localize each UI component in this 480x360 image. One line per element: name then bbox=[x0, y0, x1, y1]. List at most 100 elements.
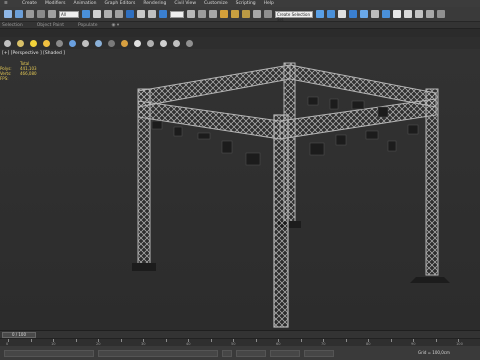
menu-civil-view[interactable]: Civil View bbox=[174, 1, 196, 6]
rectangular-selection-icon[interactable] bbox=[104, 10, 112, 18]
select-manipulate-icon[interactable] bbox=[198, 10, 206, 18]
back-left-beam bbox=[137, 64, 291, 108]
fixture-light bbox=[377, 106, 389, 118]
front-center-column bbox=[273, 114, 289, 328]
select-by-name-icon[interactable] bbox=[93, 10, 101, 18]
fixture-light bbox=[335, 134, 347, 146]
light-render-icon[interactable] bbox=[173, 39, 180, 47]
coordinate-x[interactable] bbox=[236, 349, 266, 357]
menu-create[interactable]: Create bbox=[22, 1, 37, 6]
status-bar bbox=[0, 346, 480, 360]
photometric-light-icon[interactable] bbox=[95, 39, 102, 47]
rotate-icon[interactable] bbox=[137, 10, 145, 18]
edit-named-selection-icon[interactable] bbox=[264, 10, 272, 18]
fixture-light bbox=[197, 132, 211, 140]
undo-icon[interactable] bbox=[4, 10, 12, 18]
sun-light-icon[interactable] bbox=[43, 39, 50, 47]
keyboard-shortcut-icon[interactable] bbox=[209, 10, 217, 18]
render-setup-icon[interactable] bbox=[404, 10, 412, 18]
exposure-icon[interactable] bbox=[121, 39, 128, 47]
percent-snap-icon[interactable] bbox=[242, 10, 250, 18]
toggle-scene-explorer-icon[interactable] bbox=[338, 10, 346, 18]
pivot-center-icon[interactable] bbox=[187, 10, 195, 18]
align-icon[interactable] bbox=[327, 10, 335, 18]
light-lister-icon[interactable] bbox=[147, 39, 154, 47]
track-bar[interactable]: 0 10 20 30 40 50 60 70 80 90 100 bbox=[0, 338, 480, 346]
bind-space-warp-icon[interactable] bbox=[48, 10, 56, 18]
light-listing-toolbar bbox=[0, 37, 480, 49]
unlink-icon[interactable] bbox=[37, 10, 45, 18]
named-selection-set-dropdown[interactable]: Create Selection Set bbox=[275, 10, 313, 22]
spot-light-icon[interactable] bbox=[56, 39, 63, 47]
light-include-icon[interactable] bbox=[17, 39, 24, 47]
menu-modifiers[interactable]: Modifiers bbox=[45, 1, 66, 6]
schematic-view-icon[interactable] bbox=[382, 10, 390, 18]
menu-rendering[interactable]: Rendering bbox=[143, 1, 166, 6]
material-editor-icon[interactable] bbox=[393, 10, 401, 18]
render-production-icon[interactable] bbox=[426, 10, 434, 18]
curve-editor-icon[interactable] bbox=[371, 10, 379, 18]
selection-filter-dropdown[interactable]: All bbox=[59, 10, 79, 18]
menu-animation[interactable]: Animation bbox=[74, 1, 97, 6]
ribbon-tab-selection[interactable]: Selection bbox=[2, 23, 23, 28]
lock-selection-toggle[interactable] bbox=[222, 349, 232, 357]
ribbon-tab-populate[interactable]: Populate bbox=[78, 23, 98, 28]
redo-icon[interactable] bbox=[15, 10, 23, 18]
snaps-toggle-icon[interactable] bbox=[220, 10, 228, 18]
menu-graph-editors[interactable]: Graph Editors bbox=[104, 1, 135, 6]
light-options-icon[interactable] bbox=[160, 39, 167, 47]
timeline-tick bbox=[390, 339, 392, 342]
placement-icon[interactable] bbox=[159, 10, 167, 18]
select-object-icon[interactable] bbox=[82, 10, 90, 18]
toggle-ribbon-icon[interactable] bbox=[360, 10, 368, 18]
menu-bar: ≡ Create Modifiers Animation Graph Edito… bbox=[0, 0, 480, 7]
light-target-icon[interactable] bbox=[108, 39, 115, 47]
window-crossing-icon[interactable] bbox=[115, 10, 123, 18]
render-iterative-icon[interactable] bbox=[437, 10, 445, 18]
grid-size-readout: Grid = 100,0cm bbox=[418, 350, 450, 355]
spinner-snap-icon[interactable] bbox=[253, 10, 261, 18]
coordinate-y[interactable] bbox=[270, 349, 300, 357]
ribbon-options[interactable]: ◉ ▾ bbox=[112, 23, 120, 28]
fixture-light bbox=[245, 152, 261, 166]
reference-coordinate-dropdown[interactable] bbox=[170, 10, 184, 18]
main-toolbar: All Create Selection Set bbox=[0, 7, 480, 22]
light-settings-icon[interactable] bbox=[186, 39, 193, 47]
timeline-tick bbox=[210, 339, 212, 342]
fixture-light bbox=[407, 124, 419, 135]
timeline-tick bbox=[345, 339, 347, 342]
frame-counter[interactable]: 0 / 100 bbox=[2, 331, 36, 338]
truss-scene bbox=[132, 62, 450, 328]
ribbon-tabs: Selection Object Paint Populate ◉ ▾ bbox=[0, 22, 480, 29]
toggle-layer-explorer-icon[interactable] bbox=[349, 10, 357, 18]
time-slider[interactable]: 0 / 100 bbox=[0, 330, 480, 338]
move-icon[interactable] bbox=[126, 10, 134, 18]
timeline-tick bbox=[120, 339, 122, 342]
ribbon-tab-object-paint[interactable]: Object Paint bbox=[37, 23, 64, 28]
omni-light-icon[interactable] bbox=[30, 39, 37, 47]
menu-help[interactable]: Help bbox=[264, 1, 274, 6]
light-list-icon[interactable] bbox=[4, 39, 11, 47]
mirror-icon[interactable] bbox=[316, 10, 324, 18]
app-menu-button[interactable]: ≡ bbox=[4, 1, 14, 6]
fixture-light bbox=[151, 120, 163, 130]
shadow-icon[interactable] bbox=[134, 39, 141, 47]
fixture-light bbox=[365, 130, 379, 140]
direct-light-icon[interactable] bbox=[82, 39, 89, 47]
maxscript-listener[interactable] bbox=[4, 349, 94, 357]
timeline-tick bbox=[255, 339, 257, 342]
rendered-frame-window-icon[interactable] bbox=[415, 10, 423, 18]
scale-icon[interactable] bbox=[148, 10, 156, 18]
coordinate-z[interactable] bbox=[304, 349, 334, 357]
menu-customize[interactable]: Customize bbox=[204, 1, 228, 6]
perspective-viewport[interactable]: [+] [Perspective ] [Shaded ] Total Polys… bbox=[0, 49, 480, 330]
link-icon[interactable] bbox=[26, 10, 34, 18]
timeline-tick bbox=[165, 339, 167, 342]
timeline-tick bbox=[30, 339, 32, 342]
sky-light-icon[interactable] bbox=[69, 39, 76, 47]
fixture-light bbox=[307, 96, 319, 106]
angle-snap-icon[interactable] bbox=[231, 10, 239, 18]
fixture-light bbox=[329, 98, 339, 110]
fixture-light bbox=[221, 140, 233, 154]
menu-scripting[interactable]: Scripting bbox=[236, 1, 256, 6]
